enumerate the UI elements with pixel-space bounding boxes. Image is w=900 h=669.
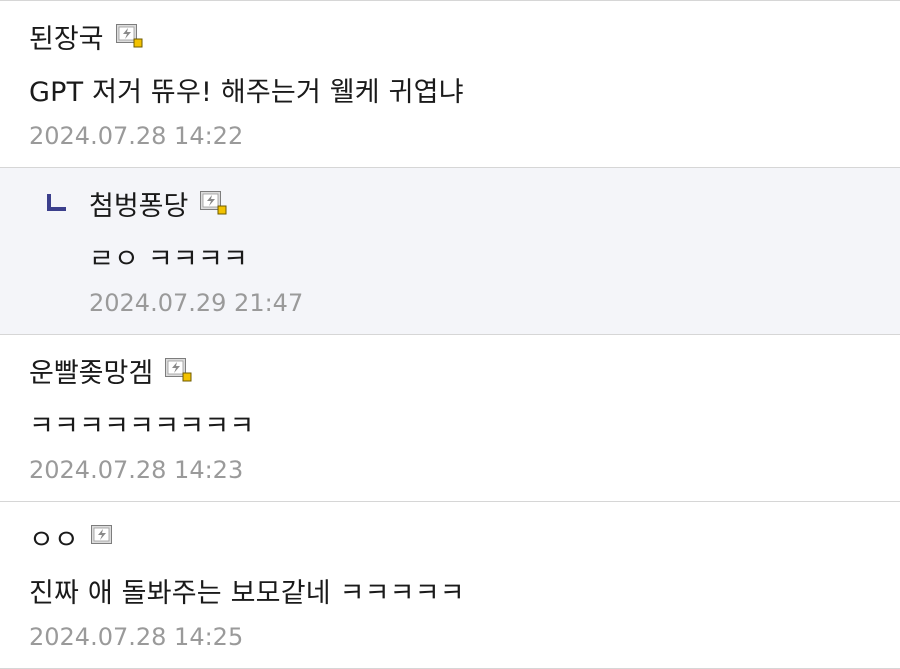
comment-author-row: 첨벙퐁당 bbox=[89, 190, 227, 224]
comment-item: 운빨좆망겜 ㅋㅋㅋㅋㅋㅋㅋㅋㅋ 2024.07.28 14:23 bbox=[0, 335, 900, 502]
comment-item: ㅇㅇ 진짜 애 돌봐주는 보모같네 ㅋㅋㅋㅋㅋ 2024.07.28 14:25 bbox=[0, 502, 900, 669]
comment-author[interactable]: 운빨좆망겜 bbox=[29, 357, 153, 391]
gallog-icon[interactable] bbox=[90, 524, 118, 550]
comment-item: 된장국 GPT 저거 뜌우! 해주는거 웰케 귀엽냐 2024.07.28 14… bbox=[0, 1, 900, 168]
comment-author-row: ㅇㅇ bbox=[29, 524, 118, 558]
comment-author[interactable]: 첨벙퐁당 bbox=[89, 190, 188, 224]
comment-date: 2024.07.28 14:23 bbox=[29, 456, 244, 484]
gallog-icon[interactable] bbox=[165, 357, 192, 383]
gallog-icon[interactable] bbox=[200, 190, 227, 216]
comment-date: 2024.07.28 14:22 bbox=[29, 122, 244, 150]
comment-date: 2024.07.29 21:47 bbox=[89, 289, 304, 317]
gallog-icon[interactable] bbox=[115, 23, 143, 49]
comment-author-row: 운빨좆망겜 bbox=[29, 357, 192, 391]
comment-date: 2024.07.28 14:25 bbox=[29, 623, 244, 651]
comment-body: ㅋㅋㅋㅋㅋㅋㅋㅋㅋ bbox=[29, 411, 255, 442]
reply-item: 첨벙퐁당 ㄹㅇ ㅋㅋㅋㅋ 2024.07.29 21:47 bbox=[0, 168, 900, 335]
comment-author[interactable]: 된장국 bbox=[29, 23, 104, 57]
comment-list: 된장국 GPT 저거 뜌우! 해주는거 웰케 귀엽냐 2024.07.28 14… bbox=[0, 0, 900, 669]
comment-body: ㄹㅇ ㅋㅋㅋㅋ bbox=[89, 244, 249, 275]
comment-body: GPT 저거 뜌우! 해주는거 웰케 귀엽냐 bbox=[29, 77, 464, 108]
reply-arrow-icon bbox=[46, 193, 68, 213]
comment-author-row: 된장국 bbox=[29, 23, 143, 57]
comment-author[interactable]: ㅇㅇ bbox=[29, 524, 79, 558]
comment-body: 진짜 애 돌봐주는 보모같네 ㅋㅋㅋㅋㅋ bbox=[29, 578, 465, 609]
